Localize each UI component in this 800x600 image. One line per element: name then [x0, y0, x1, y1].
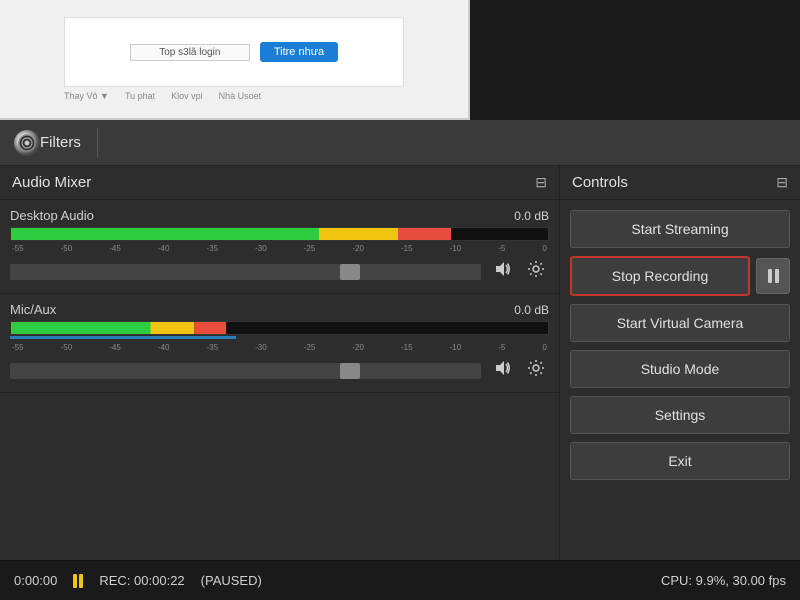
overlay-text-field: Top s3lã login	[130, 44, 250, 61]
stop-recording-row: Stop Recording	[570, 256, 790, 296]
status-rec-time: REC: 00:00:22	[99, 573, 184, 588]
start-virtual-camera-button[interactable]: Start Virtual Camera	[570, 304, 790, 342]
mic-vu-meter	[10, 321, 549, 335]
mic-slider-thumb	[340, 363, 360, 379]
filters-label: Filters	[40, 134, 81, 151]
audio-mixer-panel: Audio Mixer ⊟ Desktop Audio 0.0 dB -55 -…	[0, 166, 560, 600]
studio-mode-button[interactable]: Studio Mode	[570, 350, 790, 388]
mic-vu-labels: -55 -50 -45 -40 -35 -30 -25 -20 -15 -10 …	[10, 343, 549, 352]
mic-settings-button[interactable]	[523, 357, 549, 384]
stop-recording-button[interactable]: Stop Recording	[570, 256, 750, 296]
desktop-audio-name: Desktop Audio	[10, 208, 94, 223]
exit-button[interactable]: Exit	[570, 442, 790, 480]
settings-button[interactable]: Settings	[570, 396, 790, 434]
browser-overlay: Top s3lã login Titre nhưa Thay Vô ▼ Tu p…	[0, 0, 470, 120]
mic-mute-button[interactable]	[489, 357, 515, 384]
audio-mixer-undock-button[interactable]: ⊟	[535, 174, 547, 191]
controls-undock-button[interactable]: ⊟	[776, 174, 788, 191]
controls-panel: Controls ⊟ Start Streaming Stop Recordin…	[560, 166, 800, 600]
desktop-vu-meter	[10, 227, 549, 241]
status-cpu: CPU: 9.9%, 30.00 fps	[661, 573, 786, 588]
controls-buttons-container: Start Streaming Stop Recording Start Vir…	[560, 200, 800, 600]
pause-bar-left	[768, 269, 772, 283]
overlay-bottom-item-2: Tu phat	[125, 91, 155, 101]
mic-aux-controls	[10, 357, 549, 384]
overlay-bottom-item-4: Nhà Usoet	[219, 91, 262, 101]
mic-aux-db: 0.0 dB	[514, 303, 549, 317]
mic-aux-name: Mic/Aux	[10, 302, 56, 317]
overlay-bottom-bar: Thay Vô ▼ Tu phat Klov vpi Nhà Usoet	[64, 91, 404, 101]
obs-logo	[14, 130, 40, 156]
mic-vu-bar	[11, 322, 226, 334]
desktop-volume-slider[interactable]	[10, 264, 481, 280]
controls-title: Controls	[572, 174, 628, 191]
mic-volume-slider[interactable]	[10, 363, 481, 379]
top-bar: Filters	[0, 120, 800, 166]
desktop-slider-thumb	[340, 264, 360, 280]
mic-blue-indicator	[10, 336, 236, 339]
desktop-audio-controls	[10, 258, 549, 285]
overlay-dialog: Top s3lã login Titre nhưa	[64, 17, 404, 87]
controls-header: Controls ⊟	[560, 166, 800, 200]
status-time: 0:00:00	[14, 573, 57, 588]
pause-bar-right	[775, 269, 779, 283]
audio-mixer-header: Audio Mixer ⊟	[0, 166, 559, 200]
desktop-mute-button[interactable]	[489, 258, 515, 285]
status-pause-bar-left	[73, 574, 77, 588]
mic-aux-header: Mic/Aux 0.0 dB	[10, 302, 549, 317]
status-bar: 0:00:00 REC: 00:00:22 (PAUSED) CPU: 9.9%…	[0, 560, 800, 600]
desktop-audio-header: Desktop Audio 0.0 dB	[10, 208, 549, 223]
obs-main-window: Filters Audio Mixer ⊟ Desktop Audio 0.0 …	[0, 120, 800, 600]
desktop-vu-bar	[11, 228, 451, 240]
mic-aux-channel: Mic/Aux 0.0 dB -55 -50 -45 -40 -35 -30 -…	[0, 294, 559, 393]
overlay-blue-button[interactable]: Titre nhưa	[260, 42, 338, 62]
overlay-bottom-item-3: Klov vpi	[171, 91, 203, 101]
overlay-bottom-item-1: Thay Vô ▼	[64, 91, 109, 101]
status-paused-label: (PAUSED)	[201, 573, 262, 588]
pause-icon	[768, 269, 779, 283]
desktop-audio-db: 0.0 dB	[514, 209, 549, 223]
status-pause-button[interactable]	[73, 574, 83, 588]
desktop-vu-labels: -55 -50 -45 -40 -35 -30 -25 -20 -15 -10 …	[10, 244, 549, 253]
desktop-settings-button[interactable]	[523, 258, 549, 285]
main-content: Audio Mixer ⊟ Desktop Audio 0.0 dB -55 -…	[0, 166, 800, 600]
start-streaming-button[interactable]: Start Streaming	[570, 210, 790, 248]
desktop-audio-channel: Desktop Audio 0.0 dB -55 -50 -45 -40 -35…	[0, 200, 559, 294]
audio-mixer-title: Audio Mixer	[12, 174, 91, 191]
pause-recording-button[interactable]	[756, 258, 790, 294]
status-pause-bar-right	[79, 574, 83, 588]
top-bar-divider	[97, 128, 98, 158]
